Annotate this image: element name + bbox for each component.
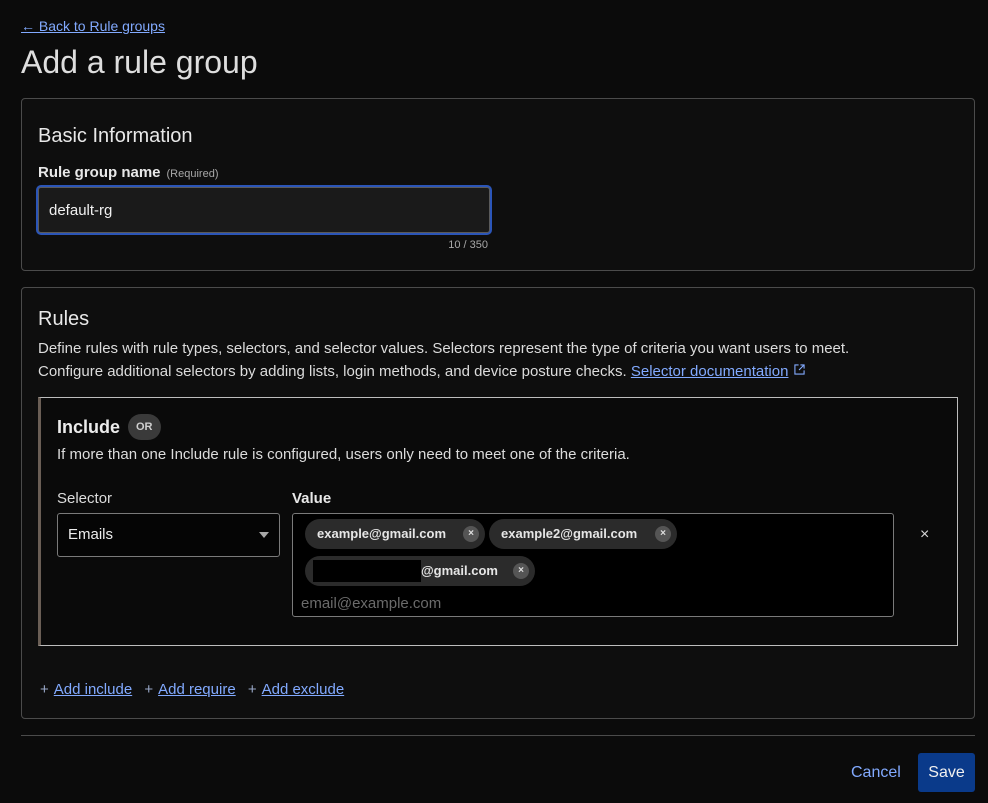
rule-group-name-input[interactable] xyxy=(38,187,490,233)
include-title: Include xyxy=(57,417,121,437)
remove-rule-close-icon[interactable]: × xyxy=(920,526,929,544)
remove-chip-icon[interactable]: × xyxy=(513,563,529,579)
plus-icon: + xyxy=(247,681,257,698)
rules-description: Define rules with rule types, selectors,… xyxy=(38,337,938,383)
add-require-item: + Add require xyxy=(144,681,235,698)
include-rule-block: Include OR If more than one Include rule… xyxy=(38,397,958,646)
plus-icon: + xyxy=(144,681,154,698)
value-label: Value xyxy=(292,490,332,507)
footer-divider xyxy=(21,735,975,736)
dropdown-caret-icon xyxy=(259,532,269,538)
email-chip-label: example@gmail.com xyxy=(317,526,447,541)
selector-documentation-link-text: Selector documentation xyxy=(630,363,789,380)
external-link-icon xyxy=(794,364,806,375)
redacted-block xyxy=(313,560,421,582)
character-count: 10 / 350 xyxy=(448,239,488,251)
rule-group-name-label-text: Rule group name xyxy=(38,164,161,181)
email-values-input[interactable]: example@gmail.com × example2@gmail.com ×… xyxy=(292,513,894,617)
rules-card: Rules Define rules with rule types, sele… xyxy=(21,287,975,719)
add-include-item: + Add include xyxy=(40,681,132,698)
selector-dropdown[interactable]: Emails xyxy=(57,513,280,557)
required-hint: (Required) xyxy=(166,168,219,180)
cancel-button[interactable]: Cancel xyxy=(851,764,901,782)
include-description: If more than one Include rule is configu… xyxy=(57,446,630,463)
remove-chip-icon[interactable]: × xyxy=(655,526,671,542)
basic-information-card: Basic Information Rule group name (Requir… xyxy=(21,98,975,271)
save-button[interactable]: Save xyxy=(918,753,975,792)
email-chip-label: example2@gmail.com xyxy=(501,526,638,541)
add-include-link[interactable]: Add include xyxy=(54,681,132,698)
rules-description-line1: Define rules with rule types, selectors,… xyxy=(38,340,850,357)
add-require-link[interactable]: Add require xyxy=(158,681,236,698)
email-chip-label: @gmail.com xyxy=(421,563,498,578)
rules-description-line2: Configure additional selectors by adding… xyxy=(38,363,627,380)
basic-information-title: Basic Information xyxy=(38,125,193,147)
email-chip: example2@gmail.com × xyxy=(489,519,677,549)
add-exclude-link[interactable]: Add exclude xyxy=(262,681,345,698)
add-exclude-item: + Add exclude xyxy=(248,681,344,698)
email-chip: @gmail.com × xyxy=(305,556,535,586)
back-to-rule-groups-link[interactable]: ← Back to Rule groups xyxy=(21,18,165,34)
add-rule-links: + Add include + Add require + Add exclude xyxy=(40,681,352,698)
or-badge: OR xyxy=(128,414,161,440)
selector-documentation-link[interactable]: Selector documentation xyxy=(631,363,789,380)
plus-icon: + xyxy=(40,681,49,698)
selector-label: Selector xyxy=(57,490,113,507)
rule-group-name-label: Rule group name (Required) xyxy=(38,164,218,181)
page-title: Add a rule group xyxy=(21,44,258,80)
selector-dropdown-value: Emails xyxy=(68,526,114,543)
email-input-placeholder[interactable]: email@example.com xyxy=(301,595,441,612)
rules-title: Rules xyxy=(38,308,90,330)
email-chip: example@gmail.com × xyxy=(305,519,485,549)
remove-chip-icon[interactable]: × xyxy=(463,526,479,542)
